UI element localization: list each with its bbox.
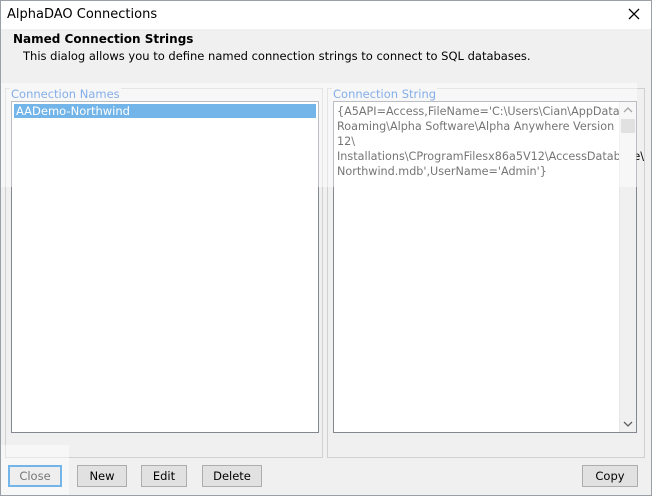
connection-string-textarea[interactable]: {A5API=Access,FileName='C:\Users\Cian\Ap… bbox=[333, 101, 645, 433]
connection-string-label: Connection String bbox=[332, 87, 438, 101]
header-title: Named Connection Strings bbox=[13, 32, 194, 46]
list-item[interactable]: AADemo-Northwind bbox=[14, 104, 316, 118]
window-title: AlphaDAO Connections bbox=[7, 7, 158, 22]
title-bar: AlphaDAO Connections bbox=[1, 1, 651, 29]
scroll-down-arrow-icon[interactable] bbox=[620, 416, 636, 432]
dialog-header: Named Connection Strings This dialog all… bbox=[1, 29, 651, 83]
scroll-up-arrow-icon[interactable] bbox=[620, 102, 636, 118]
connection-string-scrollbar[interactable] bbox=[619, 102, 636, 432]
new-button[interactable]: New bbox=[77, 465, 127, 487]
copy-button[interactable]: Copy bbox=[582, 465, 638, 487]
edit-button[interactable]: Edit bbox=[141, 465, 187, 487]
close-icon[interactable] bbox=[625, 5, 643, 23]
connection-string-group: Connection String {A5API=Access,FileName… bbox=[327, 87, 645, 458]
close-button[interactable]: Close bbox=[8, 465, 62, 487]
connection-names-group: Connection Names AADemo-Northwind bbox=[5, 87, 323, 458]
scroll-thumb[interactable] bbox=[621, 119, 635, 133]
header-description: This dialog allows you to define named c… bbox=[23, 49, 531, 63]
delete-button[interactable]: Delete bbox=[202, 465, 262, 487]
connection-names-listbox[interactable]: AADemo-Northwind bbox=[11, 101, 319, 433]
alphadao-connections-window: AlphaDAO Connections Named Connection St… bbox=[0, 0, 652, 496]
connection-names-label: Connection Names bbox=[10, 87, 121, 101]
connection-string-text: {A5API=Access,FileName='C:\Users\Cian\Ap… bbox=[337, 105, 645, 178]
